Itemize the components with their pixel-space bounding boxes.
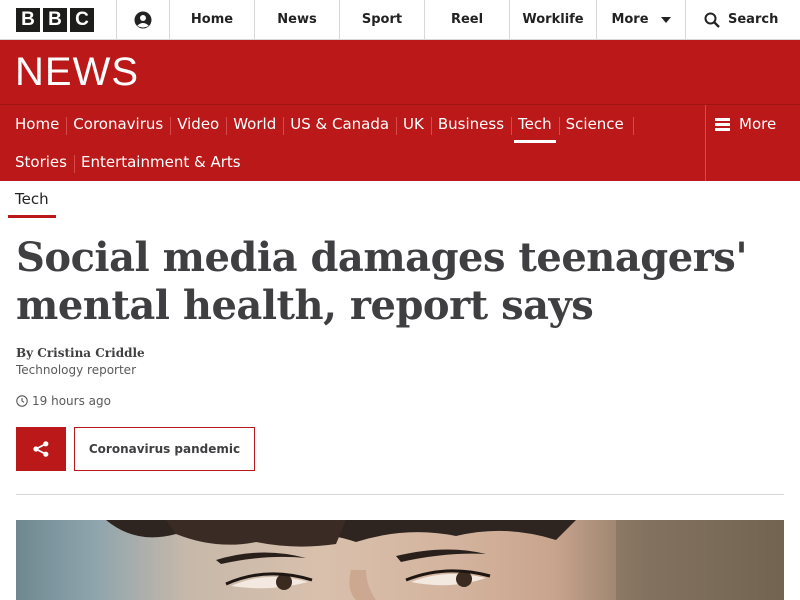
global-nav: Home News Sport Reel Worklife More [170,0,686,39]
topic-tag-button[interactable]: Coronavirus pandemic [74,427,255,471]
global-nav-more-label: More [611,12,649,27]
share-icon [33,441,49,457]
section-nav-row: Stories Entertainment & Arts [8,143,705,181]
search-icon [704,12,720,28]
hero-image-photo [106,520,784,600]
clock-icon [16,395,28,407]
section-nav-entertainment-arts[interactable]: Entertainment & Arts [73,143,248,181]
global-nav-news[interactable]: News [255,0,340,39]
share-button[interactable] [16,427,66,471]
search-button[interactable]: Search [686,0,799,39]
section-nav-world[interactable]: World [226,105,283,143]
timestamp-text: 19 hours ago [32,394,111,408]
section-nav-coronavirus[interactable]: Coronavirus [66,105,170,143]
section-nav-us-canada[interactable]: US & Canada [283,105,396,143]
section-nav: Home Coronavirus Video World US & Canada… [0,104,800,181]
global-nav-worklife[interactable]: Worklife [510,0,597,39]
divider [16,494,784,495]
article-headline: Social media damages teenagers' mental h… [16,234,748,329]
menu-icon [715,118,730,131]
bbc-logo-letter: B [43,7,67,32]
section-nav-more-button[interactable]: More [705,105,800,181]
account-icon [134,11,152,28]
global-nav-sport[interactable]: Sport [340,0,425,39]
global-nav-more[interactable]: More [597,0,686,39]
author-byline: By Cristina Criddle [16,346,145,360]
section-nav-business[interactable]: Business [430,105,511,143]
section-tag-link[interactable]: Tech [8,181,56,218]
bbc-logo[interactable]: B B C [0,0,117,39]
global-header: B B C Home News Sport Reel Worklife More… [0,0,800,40]
section-nav-row: Home Coronavirus Video World US & Canada… [8,105,705,143]
account-button[interactable] [117,0,170,39]
section-nav-home[interactable]: Home [8,105,66,143]
global-nav-reel[interactable]: Reel [425,0,510,39]
bbc-logo-letter: B [16,7,40,32]
section-nav-tech[interactable]: Tech [511,105,559,143]
section-nav-video[interactable]: Video [170,105,226,143]
article-timestamp: 19 hours ago [16,394,111,408]
search-label: Search [728,12,779,27]
global-nav-home[interactable]: Home [170,0,255,39]
chevron-down-icon [660,16,671,23]
author-role: Technology reporter [16,363,136,377]
article-hero-image [16,520,784,600]
section-nav-uk[interactable]: UK [396,105,431,143]
section-nav-stories[interactable]: Stories [8,143,74,181]
bbc-logo-letter: C [70,7,94,32]
section-nav-more-label: More [739,115,777,133]
news-header: NEWS [0,40,800,104]
news-logo[interactable]: NEWS [15,49,139,95]
section-nav-science[interactable]: Science [558,105,634,143]
